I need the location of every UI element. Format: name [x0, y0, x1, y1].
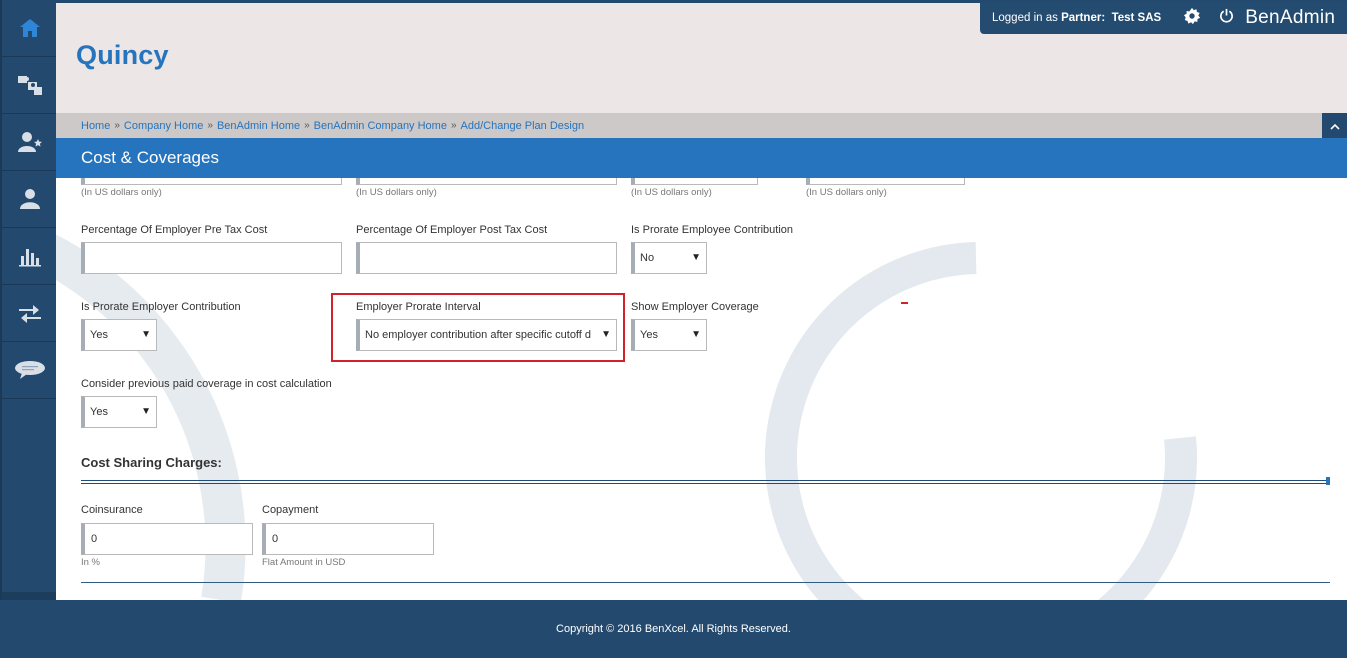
employer-post-tax-label: Percentage Of Employer Post Tax Cost — [356, 224, 548, 236]
top-cost-input-4[interactable] — [806, 178, 965, 185]
coinsurance-input[interactable] — [81, 523, 253, 555]
company-title: Quincy — [76, 40, 169, 70]
copayment-hint: Flat Amount in USD — [262, 557, 346, 568]
role-label: Partner: — [1061, 12, 1106, 24]
prorate-employer-value: Yes — [90, 329, 108, 341]
settings-button[interactable] — [1175, 2, 1209, 34]
chevron-up-icon — [1329, 117, 1340, 135]
user-star-icon — [17, 130, 43, 154]
breadcrumb-benadmin-company-home[interactable]: BenAdmin Company Home — [314, 120, 447, 132]
sidebar-bottom-shade — [2, 592, 58, 600]
employer-pre-tax-label: Percentage Of Employer Pre Tax Cost — [81, 224, 268, 236]
transfer-arrows-icon — [17, 301, 43, 325]
previous-paid-coverage-select[interactable]: Yes ▼ — [81, 396, 157, 428]
sidebar-item-messages[interactable] — [2, 342, 58, 399]
sidebar-item-employees[interactable] — [2, 171, 58, 228]
dropdown-arrow-icon: ▼ — [141, 329, 151, 340]
coinsurance-label: Coinsurance — [81, 504, 143, 516]
dropdown-arrow-icon: ▼ — [141, 406, 151, 417]
power-icon — [1219, 8, 1234, 28]
user-bar: Logged in as Partner: Test SAS BenAdmin — [980, 2, 1347, 34]
highlight-box — [331, 293, 625, 362]
breadcrumb-company-home[interactable]: Company Home — [124, 120, 203, 132]
prorate-employee-label: Is Prorate Employee Contribution — [631, 224, 794, 236]
previous-paid-coverage-value: Yes — [90, 406, 108, 418]
divider-end-marker — [1326, 477, 1330, 485]
user-icon — [18, 187, 42, 211]
sidebar-item-partners[interactable] — [2, 114, 58, 171]
dropdown-arrow-icon: ▼ — [691, 252, 701, 263]
sidebar — [0, 0, 58, 600]
section-title: Cost & Coverages — [56, 138, 1347, 178]
copayment-input[interactable] — [262, 523, 434, 555]
user-name: Test SAS — [1111, 12, 1162, 24]
breadcrumb-separator: » — [207, 120, 213, 131]
divider — [81, 483, 1330, 484]
prorate-employee-value: No — [640, 252, 655, 264]
top-cost-input-1[interactable] — [81, 178, 342, 185]
form-content[interactable]: (In US dollars only) (In US dollars only… — [56, 178, 1347, 600]
usd-hint: (In US dollars only) — [81, 187, 162, 198]
previous-paid-coverage-label: Consider previous paid coverage in cost … — [81, 378, 332, 390]
show-employer-coverage-label: Show Employer Coverage — [631, 301, 759, 313]
breadcrumb-home[interactable]: Home — [81, 120, 110, 132]
chat-icon — [14, 360, 46, 380]
breadcrumb: Home » Company Home » BenAdmin Home » Be… — [56, 113, 1322, 138]
divider — [81, 582, 1330, 583]
show-employer-coverage-select[interactable]: Yes ▼ — [631, 319, 707, 351]
logged-prefix: Logged in as — [992, 12, 1062, 24]
top-cost-input-3[interactable] — [631, 178, 758, 185]
usd-hint: (In US dollars only) — [806, 187, 887, 198]
divider — [81, 480, 1330, 481]
employer-post-tax-input[interactable] — [356, 242, 617, 274]
cost-sharing-heading: Cost Sharing Charges: — [81, 455, 222, 470]
red-marker — [901, 302, 908, 304]
bar-chart-icon — [18, 244, 42, 268]
copayment-label: Copayment — [262, 504, 319, 516]
sidebar-item-reports[interactable] — [2, 228, 58, 285]
sidebar-item-transfers[interactable] — [2, 285, 58, 342]
sidebar-item-plans[interactable] — [2, 57, 58, 114]
home-icon — [19, 17, 41, 39]
prorate-employer-select[interactable]: Yes ▼ — [81, 319, 157, 351]
employer-pre-tax-input[interactable] — [81, 242, 342, 274]
brand-name: BenAdmin — [1245, 7, 1336, 28]
prorate-employer-label: Is Prorate Employer Contribution — [81, 301, 241, 313]
breadcrumb-separator: » — [114, 120, 120, 131]
show-employer-coverage-value: Yes — [640, 329, 658, 341]
footer: Copyright © 2016 BenXcel. All Rights Res… — [0, 600, 1347, 658]
breadcrumb-add-change-plan-design[interactable]: Add/Change Plan Design — [461, 120, 585, 132]
top-cost-input-2[interactable] — [356, 178, 617, 185]
breadcrumb-separator: » — [450, 120, 457, 131]
sidebar-item-home[interactable] — [2, 0, 58, 57]
collapse-header-button[interactable] — [1322, 113, 1347, 138]
usd-hint: (In US dollars only) — [356, 187, 437, 198]
breadcrumb-benadmin-home[interactable]: BenAdmin Home — [217, 120, 300, 132]
copyright-text: Copyright © 2016 BenXcel. All Rights Res… — [556, 623, 791, 635]
dropdown-arrow-icon: ▼ — [691, 329, 701, 340]
prorate-employee-select[interactable]: No ▼ — [631, 242, 707, 274]
puzzle-icon — [16, 73, 44, 97]
breadcrumb-separator: » — [304, 120, 310, 131]
coinsurance-hint: In % — [81, 557, 101, 568]
logged-in-text: Logged in as Partner: Test SAS — [992, 12, 1161, 24]
usd-hint: (In US dollars only) — [631, 187, 712, 198]
logout-button[interactable] — [1209, 2, 1243, 34]
gear-icon — [1183, 7, 1201, 30]
